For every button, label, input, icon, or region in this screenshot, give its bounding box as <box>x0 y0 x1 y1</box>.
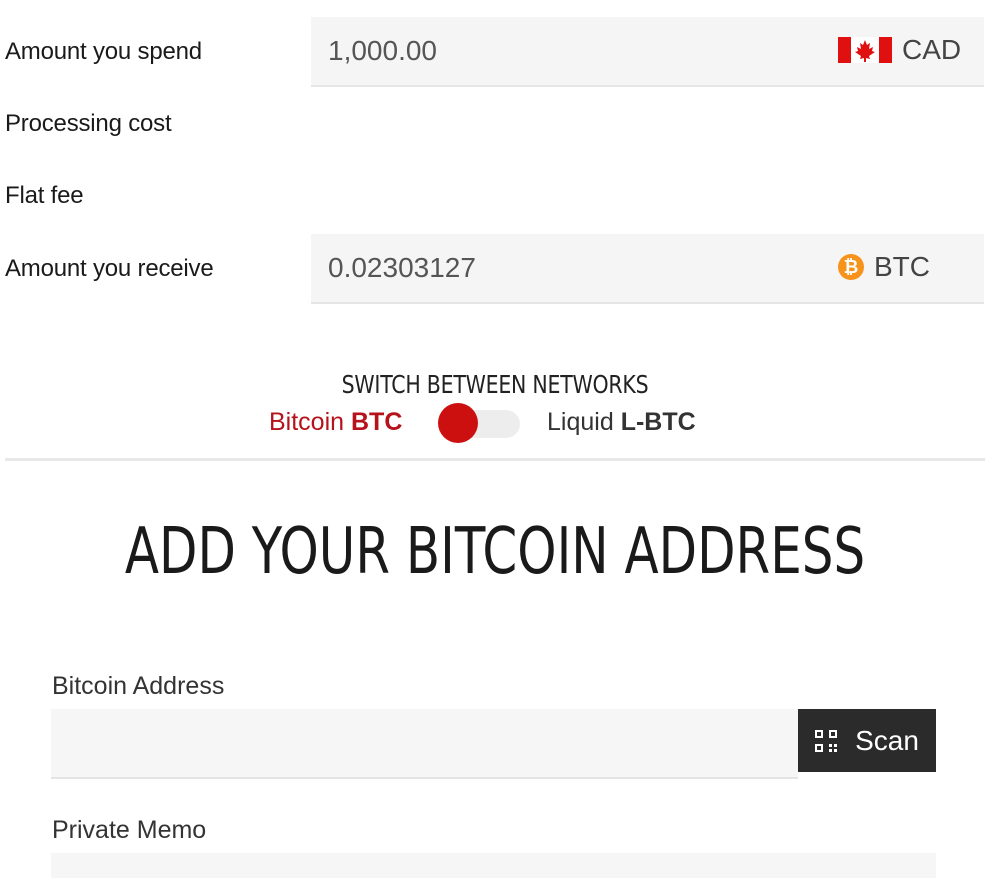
scan-button[interactable]: Scan <box>798 709 936 772</box>
currency-selector-btc[interactable]: ₿ BTC <box>838 251 930 283</box>
private-memo-input[interactable] <box>51 853 936 878</box>
processing-cost-label: Processing cost <box>5 110 172 137</box>
currency-code-btc: BTC <box>874 251 930 282</box>
currency-selector-cad[interactable]: CAD <box>838 34 961 66</box>
private-memo-label: Private Memo <box>52 816 207 844</box>
bitcoin-icon: ₿ <box>838 254 864 280</box>
amount-spend-label: Amount you spend <box>5 38 202 65</box>
amount-spend-field[interactable]: 1,000.00 CAD <box>311 17 984 87</box>
network-option-bitcoin[interactable]: Bitcoin BTC <box>269 408 402 437</box>
network-bitcoin-ticker: BTC <box>351 408 403 436</box>
currency-code-cad: CAD <box>902 34 962 65</box>
amount-spend-value[interactable]: 1,000.00 <box>328 35 437 67</box>
bitcoin-address-input[interactable] <box>51 709 798 779</box>
network-toggle-knob[interactable] <box>438 403 478 443</box>
canada-flag-icon <box>838 37 892 63</box>
qr-code-icon <box>815 729 838 752</box>
network-switch-title: SWITCH BETWEEN NETWORKS <box>341 370 649 399</box>
scan-button-label: Scan <box>855 724 919 756</box>
flat-fee-label: Flat fee <box>5 182 84 209</box>
bitcoin-address-label: Bitcoin Address <box>52 672 225 700</box>
amount-receive-field[interactable]: 0.02303127 ₿ BTC <box>311 234 984 304</box>
network-bitcoin-name: Bitcoin <box>269 408 345 436</box>
address-section-heading: ADD YOUR BITCOIN ADDRESS <box>124 515 866 589</box>
amount-receive-value[interactable]: 0.02303127 <box>328 252 476 284</box>
section-divider <box>5 458 985 461</box>
network-option-liquid[interactable]: Liquid L-BTC <box>547 408 696 437</box>
network-liquid-name: Liquid <box>547 408 614 436</box>
network-liquid-ticker: L-BTC <box>620 408 696 436</box>
amount-receive-label: Amount you receive <box>5 255 214 282</box>
